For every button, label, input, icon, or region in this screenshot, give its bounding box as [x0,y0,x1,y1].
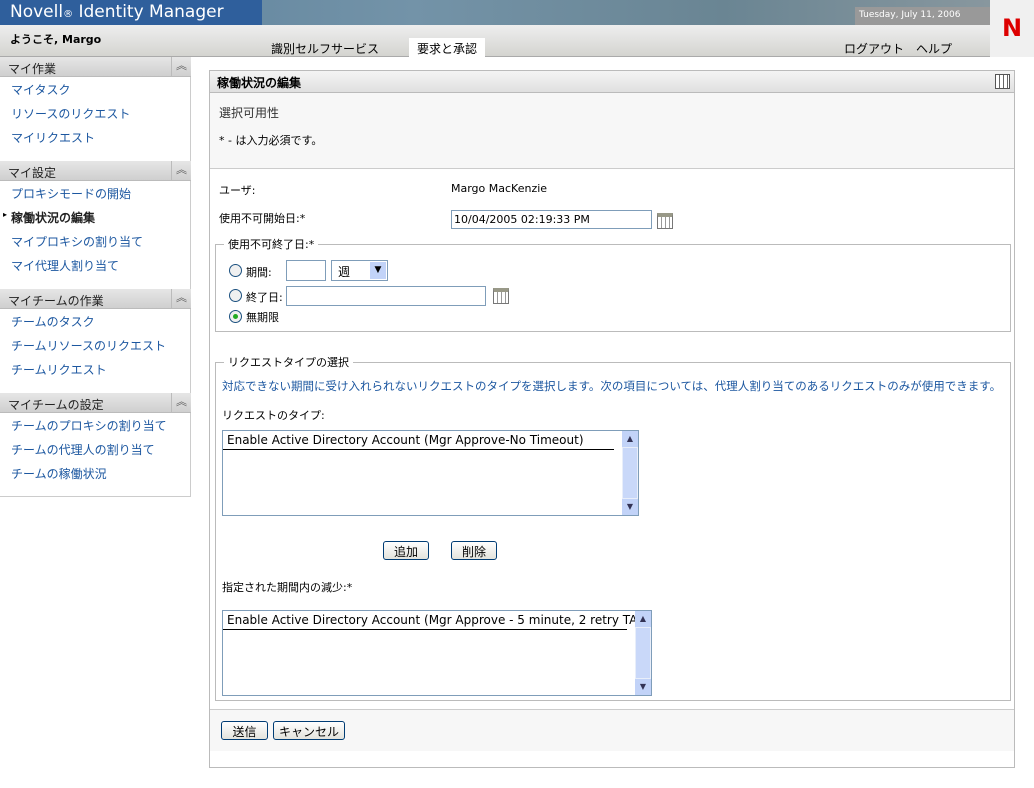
novell-logo: N [990,0,1034,57]
end-date-fieldset: 使用不可終了日:* [215,236,1011,332]
selected-label: 指定された期間内の減少:* [222,581,353,594]
tab-identity-self-service[interactable]: 識別セルフサービス [263,38,387,57]
calendar-icon[interactable] [657,213,673,229]
start-date-input[interactable] [451,210,652,229]
section-my-settings: マイ設定 ︽ [0,161,191,181]
period-input[interactable] [286,260,326,281]
scroll-down-icon[interactable]: ▼ [635,679,651,695]
welcome-text: ようこそ, Margo [10,33,102,46]
collapse-icon[interactable]: ︽ [171,161,191,181]
no-limit-radio[interactable] [229,310,242,323]
logout-link[interactable]: ログアウト [836,38,912,57]
sidebar-item-team-availability[interactable]: チームの稼働状況 [11,465,107,482]
brand-name: Novell [10,2,64,22]
no-limit-label: 無期限 [246,311,279,324]
collapse-icon[interactable]: ︽ [171,289,191,309]
sidebar-item-team-requests[interactable]: チームリクエスト [11,361,107,378]
sidebar-item-my-tasks[interactable]: マイタスク [11,81,71,98]
period-label: 期間: [246,266,272,279]
scrollbar[interactable]: ▲ ▼ [622,431,638,515]
scroll-thumb[interactable] [636,628,650,678]
current-arrow-icon: ▸ [3,210,8,219]
collapse-icon[interactable]: ︽ [171,57,191,77]
sidebar-item-team-resource-request[interactable]: チームリソースのリクエスト [11,337,166,354]
end-date-legend: 使用不可終了日:* [228,238,315,251]
chevron-down-icon: ▼ [370,262,386,279]
request-type-legend: リクエストタイプの選択 [228,356,349,369]
brand-reg: ® [63,9,74,20]
list-option[interactable]: Enable Active Directory Account (Mgr App… [223,611,642,630]
sidebar-item-team-delegate[interactable]: チームの代理人の割り当て [11,441,155,458]
end-date-radio[interactable] [229,289,242,302]
user-label: ユーザ: [219,184,256,197]
section-title: マイチームの設定 [8,398,104,412]
sidebar: マイ作業 ︽ マイタスク リソースのリクエスト マイリクエスト マイ設定 ︽ プロキ… [0,57,191,497]
remove-button[interactable]: 削除 [451,541,497,560]
section-title: マイ作業 [8,62,57,76]
brand-product: Identity Manager [73,2,224,22]
info-box: 選択可用性 * - は入力必須です。 [210,93,1014,169]
section-team-work: マイチームの作業 ︽ [0,289,191,309]
page-title: 稼働状況の編集 [210,71,1014,93]
add-button[interactable]: 追加 [383,541,429,560]
scroll-up-icon[interactable]: ▲ [622,431,638,447]
list-option[interactable]: Enable Active Directory Account (Mgr App… [223,431,614,450]
collapse-icon[interactable]: ︽ [171,393,191,413]
sidebar-item-team-tasks[interactable]: チームのタスク [11,313,95,330]
sidebar-item-request-resource[interactable]: リソースのリクエスト [11,105,130,122]
sidebar-item-my-delegate[interactable]: マイ代理人割り当て [11,257,119,274]
sidebar-item-edit-availability[interactable]: 稼働状況の編集 [11,209,95,226]
tab-requests-approvals[interactable]: 要求と承認 [409,38,486,57]
date: Tuesday, July 11, 2006 [855,7,990,25]
subtitle: 選択可用性 [219,106,280,120]
calendar-icon[interactable] [493,288,509,304]
section-title: マイチームの作業 [8,294,104,308]
period-unit-value: 週 [338,265,351,279]
sidebar-item-my-requests[interactable]: マイリクエスト [11,129,95,146]
request-type-description: 対応できない期間に受け入れられないリクエストのタイプを選択します。次の項目につい… [222,379,1002,393]
scroll-up-icon[interactable]: ▲ [635,611,651,627]
scroll-thumb[interactable] [623,448,637,498]
scrollbar[interactable]: ▲ ▼ [635,611,651,695]
sidebar-item-proxy-mode[interactable]: プロキシモードの開始 [11,185,131,202]
request-type-label: リクエストのタイプ: [222,409,325,422]
main-panel: 稼働状況の編集 選択可用性 * - は入力必須です。 ユーザ: Margo Ma… [209,70,1015,768]
submit-button[interactable]: 送信 [221,721,268,740]
section-my-work: マイ作業 ︽ [0,57,191,77]
help-link[interactable]: ヘルプ [908,38,960,57]
sidebar-item-team-proxy[interactable]: チームのプロキシの割り当て [11,417,167,434]
section-team-settings: マイチームの設定 ︽ [0,393,191,413]
cancel-button[interactable]: キャンセル [273,721,345,740]
section-title: マイ設定 [8,166,57,180]
selected-listbox[interactable]: Enable Active Directory Account (Mgr App… [222,610,652,696]
period-unit-select[interactable]: 週 ▼ [331,260,388,281]
start-date-label: 使用不可開始日:* [219,212,306,225]
request-type-listbox[interactable]: Enable Active Directory Account (Mgr App… [222,430,639,516]
grid-icon[interactable] [995,74,1010,89]
end-date-label: 終了日: [246,291,283,304]
end-date-input[interactable] [286,286,486,306]
required-note: * - は入力必須です。 [219,134,323,147]
user-value: Margo MacKenzie [451,182,548,195]
scroll-down-icon[interactable]: ▼ [622,499,638,515]
period-radio[interactable] [229,264,242,277]
brand-title: Novell® Identity Manager [0,0,262,25]
sidebar-item-my-proxy[interactable]: マイプロキシの割り当て [11,233,143,250]
